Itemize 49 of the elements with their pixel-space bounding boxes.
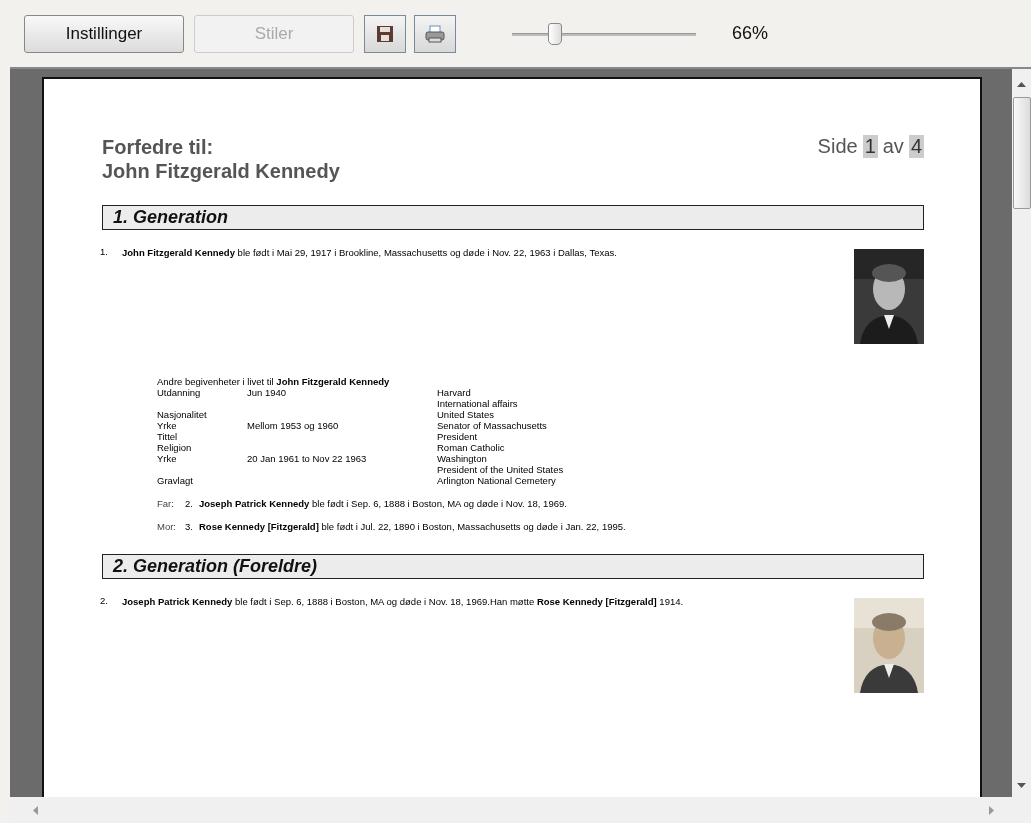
event-cell-text: Religion: [157, 442, 193, 453]
entry-number: 2.: [100, 595, 109, 606]
print-button[interactable]: [414, 14, 456, 53]
up-arrow-icon: [1017, 81, 1026, 87]
event-cell-text: Washington: [437, 453, 488, 464]
entry-number: 3.: [185, 521, 194, 532]
right-arrow-icon: [989, 805, 995, 815]
parent-text: Joseph Patrick Kennedy ble født i Sep. 6, 1888 i Boston, MA og døde i Nov. 18, 1969.: [199, 498, 567, 509]
report-title: John Fitzgerald Kennedy: [102, 159, 340, 183]
event-cell-text: Yrke: [157, 453, 178, 464]
down-arrow-icon: [1017, 783, 1026, 789]
report-title: Forfedre til:: [102, 135, 215, 159]
event-cell-text: Jun 1940: [247, 387, 288, 398]
generation-heading: 2. Generation (Foreldre): [102, 554, 924, 579]
event-cell-text: Senator of Massachusetts: [437, 420, 548, 431]
event-cell-text: Tittel: [157, 431, 179, 442]
event-cell-text: Utdanning: [157, 387, 202, 398]
zoom-slider[interactable]: [512, 21, 696, 46]
events-title: Andre begivenheter i livet til John Fitzgerald Kennedy: [157, 376, 391, 387]
generation-heading: 1. Generation: [102, 205, 924, 230]
page-label: av: [882, 135, 904, 158]
save-button[interactable]: [364, 14, 406, 53]
page-number: 1: [862, 135, 878, 158]
event-cell-text: Nasjonalitet: [157, 409, 208, 420]
event-cell-text: President: [437, 431, 479, 442]
entry-number: 2.: [185, 498, 194, 509]
entry-number: 1.: [100, 246, 109, 257]
event-cell-text: Harvard: [437, 387, 472, 398]
event-cell-text: United States: [437, 409, 496, 420]
parent-label: Far:: [157, 498, 175, 509]
event-cell-text: 20 Jan 1961 to Nov 22 1963: [247, 453, 368, 464]
event-cell-text: Yrke: [157, 420, 178, 431]
printer-icon: [424, 23, 446, 44]
page-label: Side: [817, 135, 858, 158]
event-cell-text: President of the United States: [437, 464, 565, 475]
event-cell-text: Arlington National Cemetery: [437, 475, 557, 486]
event-cell-text: Mellom 1953 og 1960: [247, 420, 340, 431]
entry-text: Joseph Patrick Kennedy ble født i Sep. 6, 1888 i Boston, MA og døde i Nov. 18, 1969.Han møtte Rose Kennedy [Fitzgerald] 1914.: [122, 595, 685, 609]
parent-label: Mor:: [157, 521, 177, 532]
scroll-thumb[interactable]: [1012, 97, 1031, 209]
zoom-reading: 66%: [732, 23, 769, 44]
event-cell-text: International affairs: [437, 398, 519, 409]
entry-text: John Fitzgerald Kennedy ble født i Mai 29, 1917 i Brookline, Massachusetts og døde i Nov. 22, 1963 i Dallas, Texas.: [122, 246, 618, 260]
left-arrow-icon: [32, 805, 38, 815]
event-cell-text: Roman Catholic: [437, 442, 506, 453]
toolbar-button[interactable]: Instillinger: [24, 14, 184, 53]
page-count: 4: [908, 135, 924, 158]
parent-text: Rose Kennedy [Fitzgerald] ble født i Jul. 22, 1890 i Boston, Massachusetts og døde i Jan. 22, 1995.: [199, 521, 626, 532]
event-cell-text: Gravlagt: [157, 475, 194, 486]
